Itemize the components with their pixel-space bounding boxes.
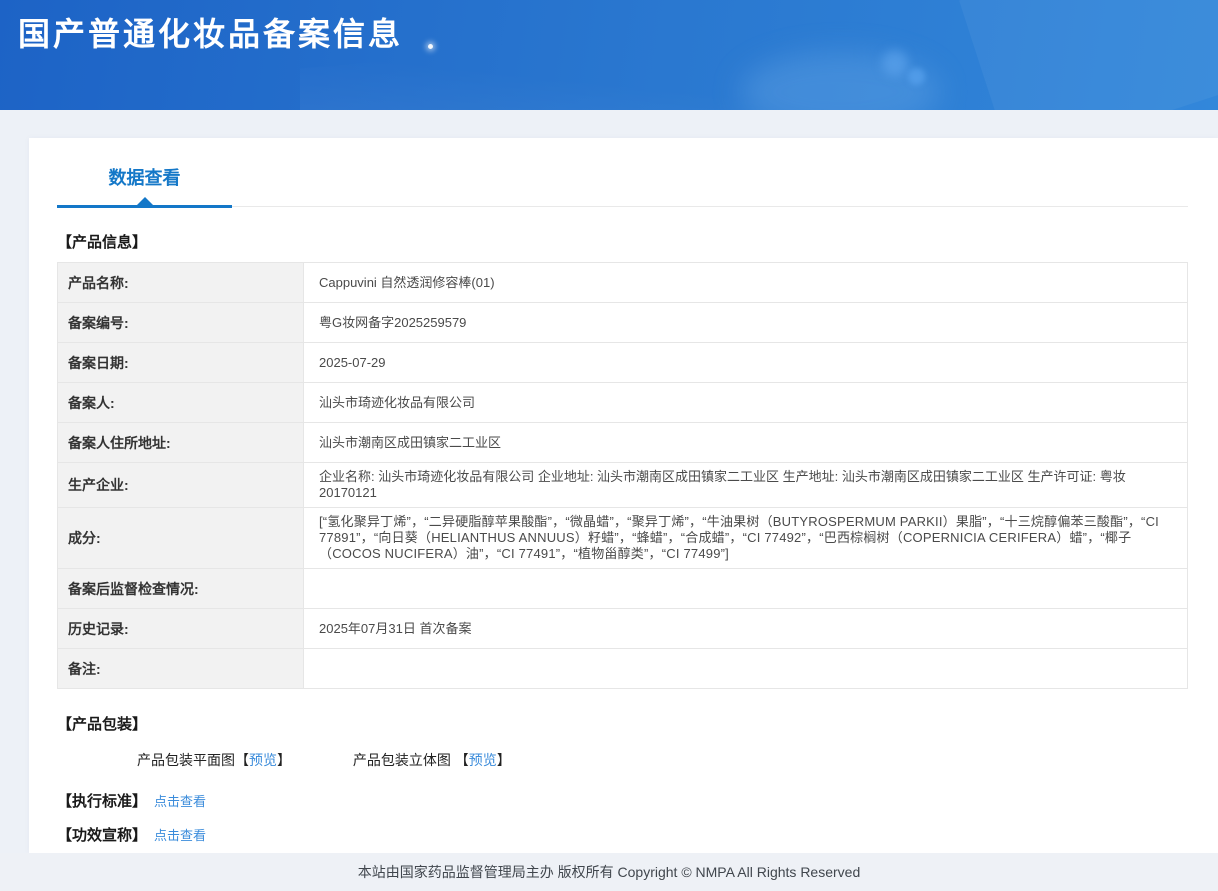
row-value: 2025年07月31日 首次备案	[303, 608, 1188, 649]
row-value: 企业名称: 汕头市琦迹化妆品有限公司 企业地址: 汕头市潮南区成田镇家二工业区 …	[303, 462, 1188, 508]
packaging-item-bracket: 】	[277, 752, 291, 768]
preview-link-3d[interactable]: 预览	[469, 752, 497, 768]
row-label: 生产企业:	[57, 462, 304, 508]
row-value: 2025-07-29	[303, 342, 1188, 383]
packaging-item-3d: 产品包装立体图 【预览】	[353, 750, 511, 770]
row-value	[303, 568, 1188, 609]
table-row: 成分: [“氢化聚异丁烯”，“二异硬脂醇苹果酸酯”，“微晶蜡”，“聚异丁烯”，“…	[57, 507, 1188, 569]
row-label: 备案人住所地址:	[57, 422, 304, 463]
table-row: 备案人住所地址: 汕头市潮南区成田镇家二工业区	[57, 422, 1188, 463]
table-row: 生产企业: 企业名称: 汕头市琦迹化妆品有限公司 企业地址: 汕头市潮南区成田镇…	[57, 462, 1188, 508]
row-value: 汕头市琦迹化妆品有限公司	[303, 382, 1188, 423]
footer: 本站由国家药品监督管理局主办 版权所有 Copyright © NMPA All…	[0, 853, 1218, 891]
table-row: 备注:	[57, 648, 1188, 689]
tab-data-view[interactable]: 数据查看	[57, 164, 232, 208]
header-decor-dot	[908, 68, 925, 85]
header-banner: 国产普通化妆品备案信息	[0, 0, 1218, 110]
packaging-heading: 【产品包装】	[57, 716, 148, 733]
table-row: 备案后监督检查情况:	[57, 568, 1188, 609]
row-label: 成分:	[57, 507, 304, 569]
row-label: 备案人:	[57, 382, 304, 423]
packaging-item-label: 产品包装平面图【	[137, 752, 249, 768]
row-value	[303, 648, 1188, 689]
standards-heading: 【执行标准】	[57, 793, 148, 810]
header-decor-dot	[882, 50, 908, 76]
row-label: 备注:	[57, 648, 304, 689]
packaging-item-label: 产品包装立体图 【	[352, 752, 469, 768]
claims-heading: 【功效宣称】	[57, 827, 148, 844]
row-label: 备案后监督检查情况:	[57, 568, 304, 609]
row-label: 备案日期:	[57, 342, 304, 383]
content-card: 数据查看 【产品信息】 产品名称: Cappuvini 自然透润修容棒(01) …	[29, 138, 1218, 853]
row-value: Cappuvini 自然透润修容棒(01)	[303, 262, 1188, 303]
table-row: 备案人: 汕头市琦迹化妆品有限公司	[57, 382, 1188, 423]
standards-row: 【执行标准】 点击查看	[57, 790, 1188, 811]
product-info-table: 产品名称: Cappuvini 自然透润修容棒(01) 备案编号: 粤G妆网备字…	[57, 262, 1188, 689]
row-value: 汕头市潮南区成田镇家二工业区	[303, 422, 1188, 463]
row-label: 历史记录:	[57, 608, 304, 649]
table-row: 备案编号: 粤G妆网备字2025259579	[57, 302, 1188, 343]
view-link-standards[interactable]: 点击查看	[154, 791, 206, 810]
product-info-heading: 【产品信息】	[57, 234, 148, 251]
packaging-item-flat: 产品包装平面图【预览】	[137, 750, 291, 770]
table-row: 备案日期: 2025-07-29	[57, 342, 1188, 383]
claims-row: 【功效宣称】 点击查看	[57, 824, 1188, 845]
tab-bar: 数据查看	[57, 164, 1188, 208]
header-decor-corner	[959, 0, 1218, 110]
row-value-ingredients: [“氢化聚异丁烯”，“二异硬脂醇苹果酸酯”，“微晶蜡”，“聚异丁烯”，“牛油果树…	[303, 507, 1188, 569]
header-decor-spark	[428, 44, 433, 49]
preview-link-flat[interactable]: 预览	[249, 752, 277, 768]
packaging-items: 产品包装平面图【预览】 产品包装立体图 【预览】	[57, 750, 1188, 770]
packaging-item-bracket: 】	[496, 752, 511, 768]
row-label: 备案编号:	[57, 302, 304, 343]
page-title: 国产普通化妆品备案信息	[18, 16, 404, 52]
view-link-claims[interactable]: 点击查看	[154, 825, 206, 844]
table-row: 产品名称: Cappuvini 自然透润修容棒(01)	[57, 262, 1188, 303]
footer-text: 本站由国家药品监督管理局主办 版权所有 Copyright © NMPA All…	[357, 864, 861, 880]
row-label: 产品名称:	[57, 262, 304, 303]
table-row: 历史记录: 2025年07月31日 首次备案	[57, 608, 1188, 649]
row-value: 粤G妆网备字2025259579	[303, 302, 1188, 343]
